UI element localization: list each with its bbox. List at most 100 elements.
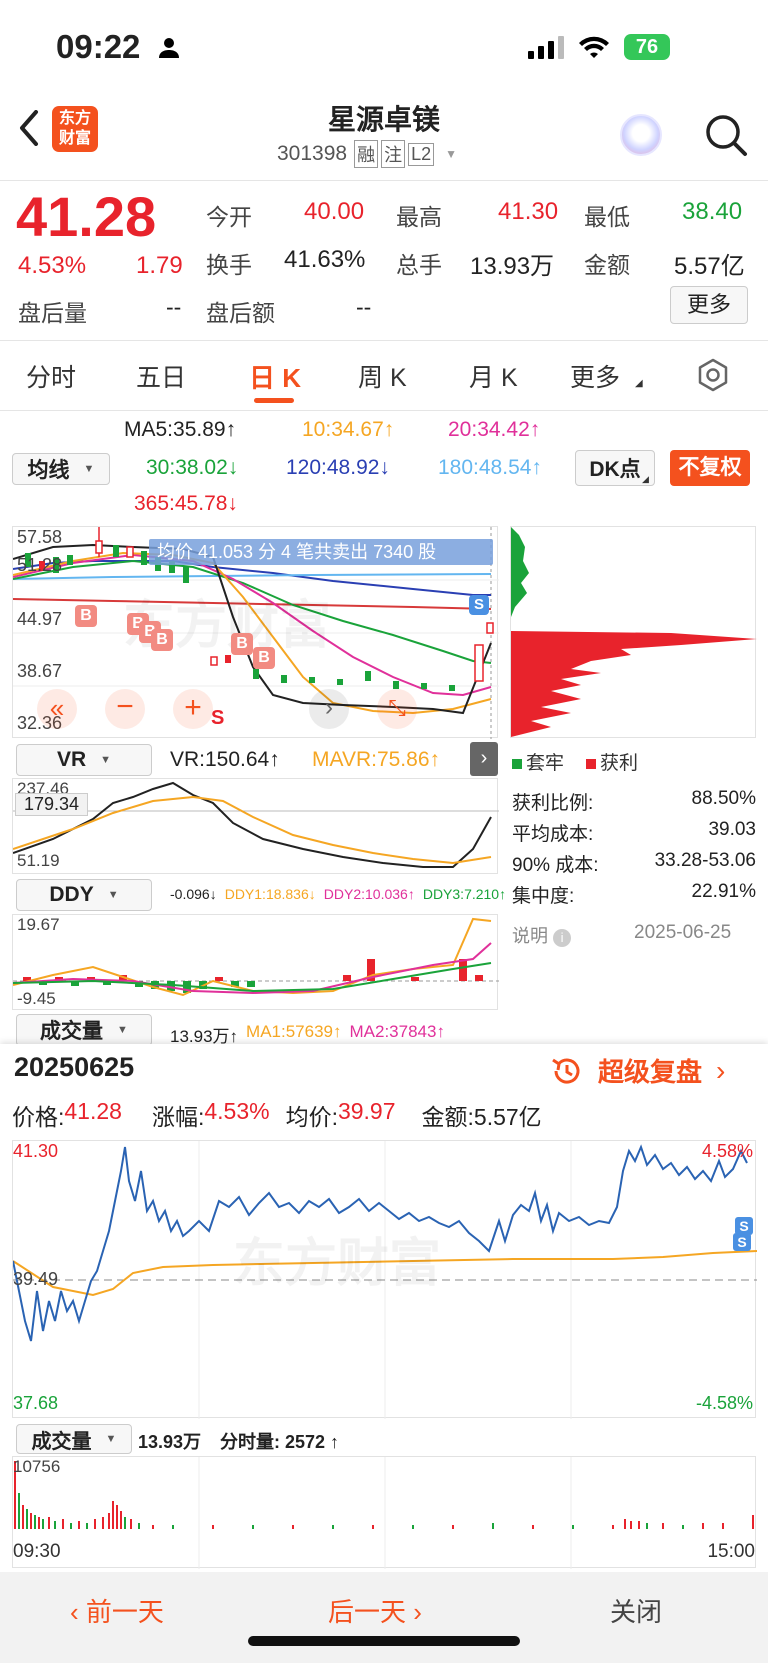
tab-daily-k[interactable]: 日 K bbox=[249, 358, 301, 395]
ma20-value: 20:34.42↑ bbox=[448, 418, 541, 441]
home-indicator[interactable] bbox=[248, 1636, 520, 1646]
intraday-volume-select[interactable]: 成交量 ▼ bbox=[16, 1424, 132, 1454]
intraday-popup: 20250625 超级复盘 › 价格: 41.28 涨幅: 4.53% 均价: 39.… bbox=[0, 1044, 768, 1663]
low-value: 38.40 bbox=[682, 198, 743, 225]
ddy-y-top: 19.67 bbox=[17, 915, 60, 934]
ma120-value: 120:48.92↓ bbox=[286, 456, 390, 479]
y-label-2: 51.28 bbox=[17, 555, 63, 575]
info-icon: i bbox=[553, 929, 572, 947]
avg-value: 39.97 bbox=[337, 1098, 396, 1124]
buy-marker: B bbox=[253, 647, 275, 669]
panel-expand-icon[interactable]: › bbox=[470, 742, 498, 776]
last-price: 41.28 bbox=[16, 185, 157, 248]
vr-chart: 237.46 179.34 51.19 bbox=[12, 778, 499, 874]
search-icon[interactable] bbox=[704, 113, 748, 157]
ddy-value: -0.096↓ bbox=[170, 886, 217, 902]
ddy-select-label: DDY bbox=[49, 883, 94, 906]
next-day-button[interactable]: 后一天 › bbox=[328, 1592, 422, 1629]
kline-chart[interactable]: 东方财富 57.58 51.28 44.97 38.67 32.36 均价 41… bbox=[12, 526, 499, 739]
after-amt-value: -- bbox=[356, 294, 372, 320]
prev-day-button[interactable]: ‹ 前一天 bbox=[70, 1592, 164, 1629]
settings-gear-icon[interactable] bbox=[696, 358, 730, 392]
price-value: 41.28 bbox=[64, 1098, 122, 1124]
stock-subtitle: 301398 融 注 L2 ▼ bbox=[277, 140, 457, 168]
tab-more[interactable]: 更多 bbox=[570, 358, 620, 394]
pct-value: 4.53% bbox=[204, 1098, 270, 1124]
wifi-icon bbox=[579, 36, 609, 58]
tab-5day[interactable]: 五日 bbox=[136, 358, 186, 394]
ddy-chart: 19.67 -9.45 bbox=[12, 914, 499, 1010]
scroll-left-icon[interactable]: « bbox=[37, 689, 77, 729]
legend-trapped: 套牢 bbox=[512, 748, 564, 775]
expand-icon[interactable]: ⤡ bbox=[377, 689, 417, 729]
chip-stats: 获利比例: 88.50% 平均成本: 39.03 90% 成本: 33.28-53.0… bbox=[512, 788, 756, 912]
amount-label: 金额 bbox=[584, 252, 630, 278]
dropdown-caret-icon[interactable]: ▼ bbox=[445, 147, 457, 161]
tab-weekly-k[interactable]: 周 K bbox=[358, 358, 407, 394]
volume-select-label: 成交量 bbox=[40, 1020, 104, 1043]
intraday-volume-svg bbox=[14, 1457, 754, 1569]
tab-monthly-k[interactable]: 月 K bbox=[469, 358, 518, 394]
amt-label: 金额: bbox=[421, 1104, 474, 1130]
chevron-right-icon: › bbox=[406, 1597, 422, 1627]
vr-y-bottom: 51.19 bbox=[17, 851, 60, 870]
chip-note[interactable]: 说明 i bbox=[512, 922, 572, 948]
intraday-pct-top: 4.58% bbox=[701, 1141, 753, 1161]
sell-marker: S bbox=[211, 707, 225, 729]
trade-tooltip: 均价 41.053 分 4 笔共卖出 7340 股 bbox=[149, 539, 493, 565]
vr-select-label: VR bbox=[56, 748, 87, 771]
chip-distribution-chart bbox=[510, 526, 757, 738]
ma-type-select[interactable]: 均线 ▼ bbox=[12, 453, 110, 485]
volume-value: 13.93万 bbox=[470, 253, 555, 280]
person-icon bbox=[159, 38, 179, 58]
amount-value: 5.57亿 bbox=[674, 253, 745, 280]
chip-legend: 套牢 获利 bbox=[512, 748, 638, 775]
intraday-volume-chart: 10756 09:30 15:00 bbox=[12, 1456, 756, 1569]
battery-level: 76 bbox=[635, 36, 659, 58]
dropdown-caret-icon: ▼ bbox=[83, 463, 95, 475]
tag-registration: 注 bbox=[381, 140, 406, 168]
ma-type-label: 均线 bbox=[27, 459, 70, 482]
divider bbox=[0, 340, 768, 341]
robot-avatar-icon[interactable] bbox=[620, 114, 662, 156]
intraday-volume-max: 10756 bbox=[13, 1457, 61, 1476]
volume-select[interactable]: 成交量 ▼ bbox=[16, 1014, 152, 1046]
tab-underline bbox=[254, 398, 294, 403]
dropdown-caret-icon: ▼ bbox=[105, 1433, 117, 1445]
zoom-out-icon[interactable]: − bbox=[105, 689, 145, 729]
stat-row: 集中度: 22.91% bbox=[512, 881, 756, 907]
open-value: 40.00 bbox=[304, 198, 365, 225]
stock-code: 301398 bbox=[277, 142, 348, 165]
after-vol-value: -- bbox=[166, 294, 182, 320]
scroll-right-icon[interactable]: › bbox=[309, 689, 349, 729]
dk-point-label: DK点 bbox=[589, 458, 641, 481]
more-button[interactable]: 更多 bbox=[670, 286, 748, 324]
ddy-y-bottom: -9.45 bbox=[17, 989, 56, 1008]
stat-row: 90% 成本: 33.28-53.06 bbox=[512, 850, 756, 876]
tag-level2: L2 bbox=[408, 142, 435, 166]
intraday-chart[interactable]: 东方财富 41.30 39.49 37.68 4.58% -4.58% S S bbox=[12, 1140, 758, 1419]
vr-select[interactable]: VR ▼ bbox=[16, 744, 152, 776]
ddy1-value: DDY1:18.836↓ bbox=[224, 886, 316, 902]
ddy3-value: DDY3:7.210↑ bbox=[422, 886, 507, 902]
mavr-value: MAVR:75.86↑ bbox=[312, 748, 440, 771]
intraday-date: 20250625 bbox=[14, 1052, 135, 1082]
zoom-in-icon[interactable]: + bbox=[173, 689, 213, 729]
intraday-y-top: 41.30 bbox=[13, 1141, 59, 1161]
change-pct: 4.53% bbox=[18, 252, 87, 279]
sell-marker: S bbox=[469, 595, 489, 615]
intraday-volume-label: 成交量 bbox=[31, 1430, 92, 1453]
buy-marker: B bbox=[151, 629, 173, 651]
replay-link[interactable]: 超级复盘 › bbox=[550, 1052, 725, 1089]
ddy-select[interactable]: DDY ▼ bbox=[16, 879, 152, 911]
tab-minute[interactable]: 分时 bbox=[26, 358, 76, 394]
chip-date: 2025-06-25 bbox=[634, 922, 732, 943]
time-start: 09:30 bbox=[13, 1541, 61, 1562]
y-label-4: 38.67 bbox=[17, 661, 63, 681]
close-button[interactable]: 关闭 bbox=[610, 1592, 662, 1629]
high-label: 最高 bbox=[396, 204, 442, 230]
tag-margin: 融 bbox=[354, 140, 379, 168]
adjust-toggle-button[interactable]: 不复权 bbox=[670, 450, 750, 486]
turnover-label: 换手 bbox=[206, 252, 252, 278]
ma10-value: 10:34.67↑ bbox=[302, 418, 395, 441]
